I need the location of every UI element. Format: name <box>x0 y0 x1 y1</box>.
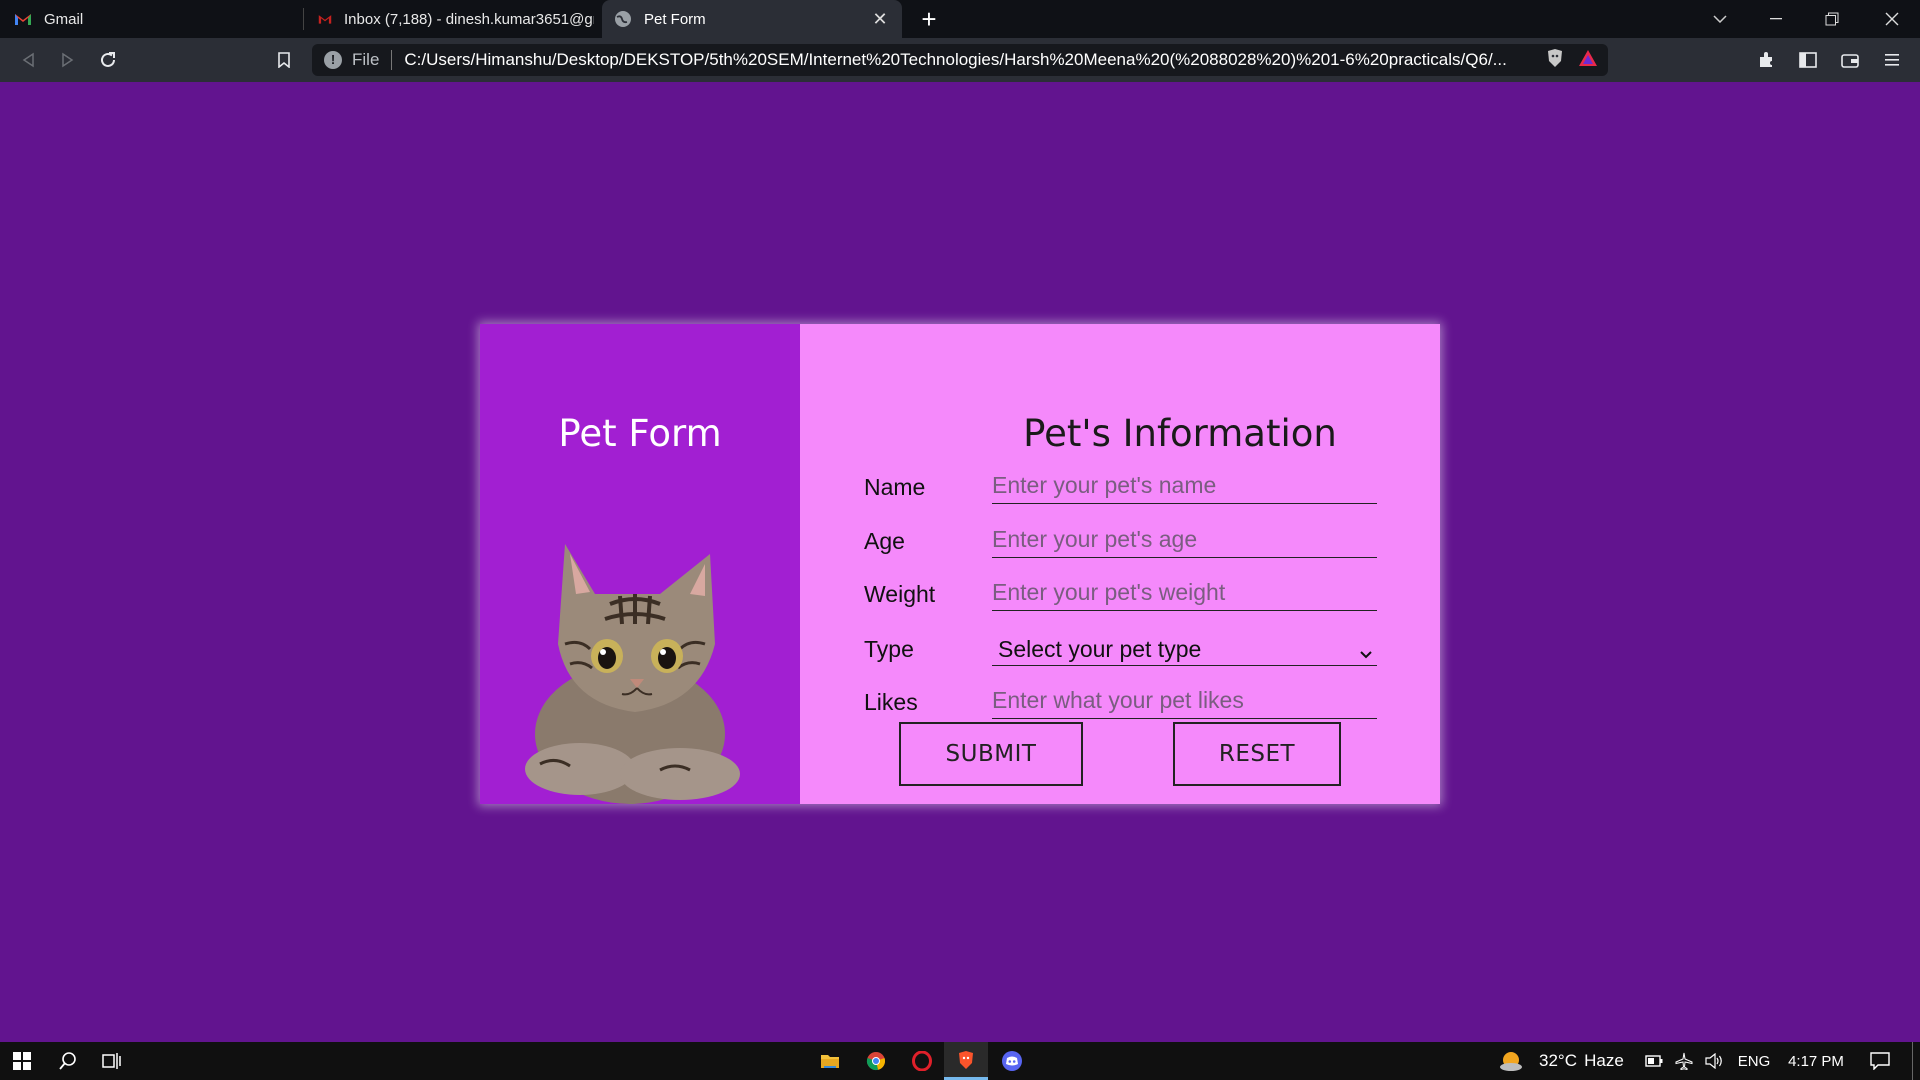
name-row: Name Enter your pet's name <box>864 466 1394 506</box>
reset-button[interactable]: RESET <box>1173 722 1341 786</box>
reload-icon[interactable] <box>94 46 122 74</box>
back-icon[interactable] <box>14 46 42 74</box>
battery-icon[interactable] <box>1642 1042 1666 1080</box>
name-label: Name <box>864 474 926 500</box>
forward-icon[interactable] <box>54 46 82 74</box>
likes-input[interactable]: Enter what your pet likes <box>992 681 1377 719</box>
type-row: Type Select your pet type <box>864 628 1394 668</box>
likes-row: Likes Enter what your pet likes <box>864 681 1394 721</box>
likes-label: Likes <box>864 689 918 715</box>
start-icon[interactable] <box>0 1042 44 1080</box>
age-label: Age <box>864 528 905 554</box>
form-title: Pet's Information <box>1023 412 1337 455</box>
tab-pet-form[interactable]: Pet Form ✕ <box>602 0 902 38</box>
tab-strip: Gmail Inbox (7,188) - dinesh.kumar3651@g… <box>0 0 1920 38</box>
tab-label: Pet Form <box>644 10 706 28</box>
address-divider <box>391 50 393 70</box>
minimize-icon[interactable] <box>1748 0 1804 38</box>
age-row: Age Enter your pet's age <box>864 520 1394 560</box>
weather-icon[interactable] <box>1496 1042 1526 1080</box>
wallet-icon[interactable] <box>1836 46 1864 74</box>
tab-search-icon[interactable] <box>1692 0 1748 38</box>
language-indicator[interactable]: ENG <box>1734 1042 1774 1080</box>
tab-label: Inbox (7,188) - dinesh.kumar3651@gm <box>344 10 594 28</box>
pet-form-card: Pet Form Pet's Information Name Enter yo… <box>480 324 1440 804</box>
weather-condition[interactable]: Haze <box>1582 1042 1626 1080</box>
file-explorer-icon[interactable] <box>808 1042 852 1080</box>
brave-rewards-icon[interactable] <box>1578 49 1598 72</box>
weight-row: Weight Enter your pet's weight <box>864 573 1394 613</box>
sidebar-icon[interactable] <box>1794 46 1822 74</box>
scheme-label: File <box>352 50 380 69</box>
gmail-icon <box>14 12 32 26</box>
weather-temp[interactable]: 32°C <box>1534 1042 1582 1080</box>
pet-type-value: Select your pet type <box>998 636 1202 662</box>
url-text[interactable]: C:/Users/Himanshu/Desktop/DEKSTOP/5th%20… <box>404 50 1518 70</box>
new-tab-button[interactable]: + <box>914 4 944 34</box>
cat-image <box>525 544 740 804</box>
tab-label: Gmail <box>44 10 84 28</box>
brave-shields-icon[interactable] <box>1546 48 1564 73</box>
gmail-icon <box>318 13 332 25</box>
submit-button[interactable]: SUBMIT <box>899 722 1083 786</box>
card-left-panel: Pet Form <box>480 324 800 804</box>
restore-icon[interactable] <box>1804 0 1860 38</box>
opera-icon[interactable] <box>900 1042 944 1080</box>
weight-label: Weight <box>864 581 936 607</box>
tab-inbox[interactable]: Inbox (7,188) - dinesh.kumar3651@gm <box>304 0 600 38</box>
chrome-icon[interactable] <box>854 1042 898 1080</box>
extensions-icon[interactable] <box>1752 46 1780 74</box>
close-tab-icon[interactable]: ✕ <box>870 9 890 29</box>
age-input[interactable]: Enter your pet's age <box>992 520 1377 558</box>
menu-icon[interactable] <box>1878 46 1906 74</box>
search-icon[interactable] <box>46 1042 90 1080</box>
type-label: Type <box>864 636 914 662</box>
address-bar[interactable]: ! File C:/Users/Himanshu/Desktop/DEKSTOP… <box>312 44 1608 76</box>
browser-toolbar: ! File C:/Users/Himanshu/Desktop/DEKSTOP… <box>0 38 1920 82</box>
clock[interactable]: 4:17 PM <box>1784 1042 1848 1080</box>
volume-icon[interactable] <box>1702 1042 1726 1080</box>
info-icon[interactable]: ! <box>324 51 342 69</box>
pet-type-select[interactable]: Select your pet type <box>992 628 1377 666</box>
close-window-icon[interactable] <box>1864 0 1920 38</box>
weight-input[interactable]: Enter your pet's weight <box>992 573 1377 611</box>
notifications-icon[interactable] <box>1862 1042 1898 1080</box>
name-input[interactable]: Enter your pet's name <box>992 466 1377 504</box>
task-view-icon[interactable] <box>90 1042 134 1080</box>
tab-gmail[interactable]: Gmail <box>0 0 302 38</box>
left-panel-title: Pet Form <box>558 412 722 455</box>
bookmark-icon[interactable] <box>270 46 298 74</box>
discord-icon[interactable] <box>990 1042 1034 1080</box>
show-desktop-button[interactable] <box>1912 1042 1920 1080</box>
airplane-mode-icon[interactable] <box>1672 1042 1696 1080</box>
chevron-down-icon <box>1359 638 1373 665</box>
taskbar: 32°C Haze ENG 4:17 PM <box>0 1042 1920 1080</box>
card-right-panel: Pet's Information Name Enter your pet's … <box>800 324 1440 804</box>
globe-icon <box>614 10 632 28</box>
brave-icon[interactable] <box>944 1042 988 1080</box>
